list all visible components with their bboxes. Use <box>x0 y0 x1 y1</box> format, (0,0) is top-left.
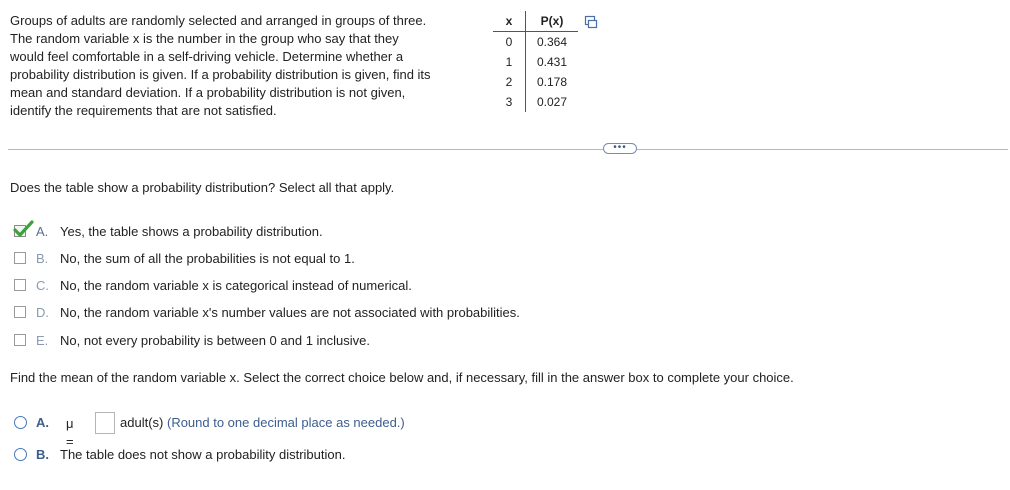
problem-line: The random variable x is the number in t… <box>10 31 399 46</box>
checkbox[interactable] <box>14 306 26 318</box>
answer-input[interactable] <box>95 412 115 434</box>
column-header-px: P(x) <box>525 11 578 32</box>
radio-button[interactable] <box>14 416 27 429</box>
cell-px: 0.364 <box>536 35 568 49</box>
unit-label: adult(s) <box>120 415 164 430</box>
problem-line: mean and standard deviation. If a probab… <box>10 85 406 100</box>
question1-prompt: Does the table show a probability distri… <box>10 180 395 195</box>
option-letter: A. <box>36 224 49 239</box>
option-text: The table does not show a probability di… <box>60 447 346 462</box>
table-row: 0 0.364 <box>493 31 578 52</box>
cell-px: 0.027 <box>536 95 568 109</box>
option-letter: B. <box>36 251 49 266</box>
checkbox[interactable] <box>14 334 26 346</box>
table-row: 2 0.178 <box>493 72 578 92</box>
option-letter: E. <box>36 333 49 348</box>
option-text: Yes, the table shows a probability distr… <box>60 224 323 239</box>
problem-line: probability distribution is given. If a … <box>10 67 431 82</box>
table-header-row: x P(x) <box>493 11 578 32</box>
question2-prompt: Find the mean of the random variable x. … <box>10 370 794 385</box>
option-letter: A. <box>36 415 49 430</box>
checkbox[interactable] <box>14 279 26 291</box>
option-text: No, not every probability is between 0 a… <box>60 333 371 348</box>
cell-x: 0 <box>493 31 526 52</box>
radio-button[interactable] <box>14 448 27 461</box>
cell-x: 3 <box>493 92 526 112</box>
option-text: No, the random variable x's number value… <box>60 305 520 320</box>
option-letter: B. <box>36 447 49 462</box>
option-letter: D. <box>36 305 49 320</box>
table-row: 1 0.431 <box>493 52 578 72</box>
cell-px: 0.431 <box>536 55 568 69</box>
cell-x: 2 <box>493 72 526 92</box>
option-text: No, the random variable x is categorical… <box>60 278 412 293</box>
answer-unit-hint: adult(s) (Round to one decimal place as … <box>120 414 405 432</box>
cell-px: 0.178 <box>536 75 568 89</box>
section-divider <box>8 149 1008 150</box>
column-header-x: x <box>493 11 526 32</box>
checkbox[interactable] <box>14 252 26 264</box>
option-letter: C. <box>36 278 49 293</box>
problem-line: Groups of adults are randomly selected a… <box>10 13 427 28</box>
problem-line: would feel comfortable in a self-driving… <box>10 49 404 64</box>
problem-line: identify the requirements that are not s… <box>10 103 277 118</box>
green-checkmark-icon <box>13 220 34 237</box>
more-dots-icon[interactable]: ••• <box>603 143 637 154</box>
cell-x: 1 <box>493 52 526 72</box>
copy-icon[interactable] <box>584 15 598 29</box>
option-text: No, the sum of all the probabilities is … <box>60 251 355 266</box>
rounding-hint: (Round to one decimal place as needed.) <box>166 415 405 430</box>
probability-table: x P(x) 0 0.364 1 0.431 2 0.178 3 0.027 <box>493 11 578 112</box>
table-row: 3 0.027 <box>493 92 578 112</box>
problem-statement: Groups of adults are randomly selected a… <box>10 12 482 120</box>
